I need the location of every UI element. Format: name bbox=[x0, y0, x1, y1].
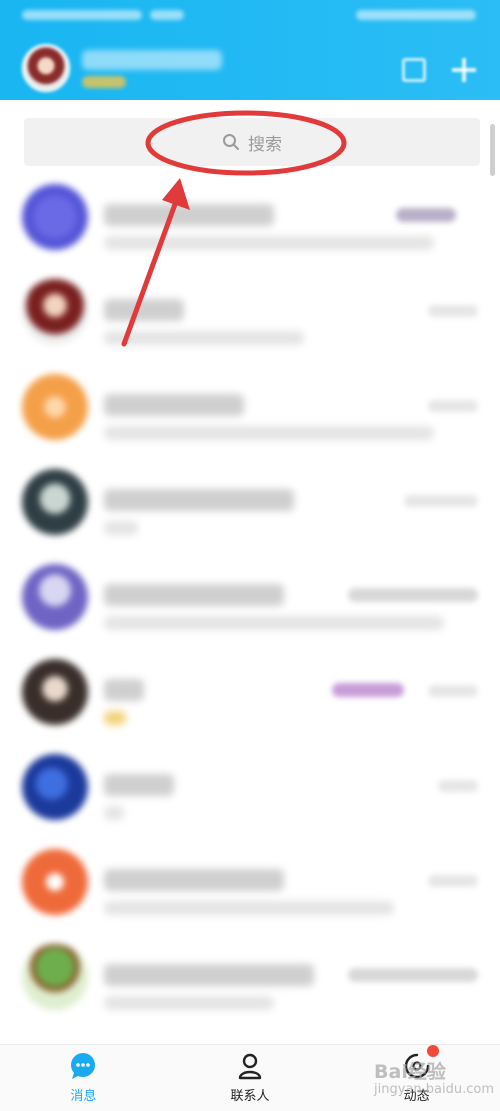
chat-avatar bbox=[22, 279, 88, 345]
chat-avatar bbox=[22, 659, 88, 725]
chat-preview-blurred bbox=[104, 996, 274, 1010]
chat-title-blurred bbox=[104, 964, 314, 986]
search-bar[interactable]: 搜索 bbox=[24, 118, 480, 166]
chat-time-blurred bbox=[438, 780, 478, 792]
profile-avatar[interactable] bbox=[22, 44, 70, 92]
chat-preview-blurred bbox=[104, 521, 138, 535]
notification-badge bbox=[426, 1045, 439, 1057]
chat-avatar bbox=[22, 564, 88, 630]
chat-sender-blurred bbox=[396, 208, 456, 222]
plus-icon[interactable] bbox=[452, 58, 476, 82]
chat-preview-blurred bbox=[104, 711, 126, 725]
chat-avatar bbox=[22, 374, 88, 440]
tab-label: 消息 bbox=[70, 1089, 97, 1104]
chat-list-item[interactable] bbox=[0, 645, 500, 740]
list-icon[interactable] bbox=[402, 58, 426, 82]
search-placeholder: 搜索 bbox=[248, 134, 282, 155]
bottom-nav: 消息 联系人 动态 Bai经验 jingyan.baidu.com bbox=[0, 1044, 500, 1111]
tab-label: 联系人 bbox=[230, 1089, 270, 1104]
chat-avatar bbox=[22, 469, 88, 535]
chat-time-blurred bbox=[428, 305, 478, 317]
chat-preview-blurred bbox=[104, 806, 124, 820]
watermark-text: Bai bbox=[374, 1061, 408, 1083]
chat-time-blurred bbox=[428, 685, 478, 697]
chat-list-item[interactable] bbox=[0, 170, 500, 265]
watermark-sub: jingyan.baidu.com bbox=[374, 1082, 494, 1097]
chat-list-item[interactable] bbox=[0, 360, 500, 455]
watermark: Bai经验 jingyan.baidu.com bbox=[374, 1057, 494, 1097]
chat-preview-blurred bbox=[104, 901, 394, 915]
status-network-blur bbox=[150, 10, 184, 20]
chat-list-item[interactable] bbox=[0, 265, 500, 360]
chat-list-item[interactable] bbox=[0, 550, 500, 645]
chat-list bbox=[0, 170, 500, 1044]
chat-title-blurred bbox=[104, 679, 144, 701]
profile-status-blurred bbox=[82, 76, 126, 88]
message-icon bbox=[71, 1053, 96, 1079]
watermark-suffix: 经验 bbox=[407, 1061, 446, 1083]
chat-title-blurred bbox=[104, 869, 284, 891]
screen: 搜索 消息 联系人 动态 Bai经验 jingyan.baidu.com bbox=[0, 0, 500, 1111]
chat-preview-blurred bbox=[104, 331, 304, 345]
chat-avatar bbox=[22, 754, 88, 820]
status-bar bbox=[0, 0, 500, 34]
chat-sender-blurred bbox=[348, 588, 478, 602]
chat-time-blurred bbox=[428, 400, 478, 412]
chat-sender-blurred bbox=[348, 968, 478, 982]
chat-title-blurred bbox=[104, 204, 274, 226]
chat-time-blurred bbox=[428, 875, 478, 887]
status-battery-blur bbox=[356, 10, 476, 20]
chat-avatar bbox=[22, 184, 88, 250]
chat-list-item[interactable] bbox=[0, 930, 500, 1025]
chat-title-blurred bbox=[104, 299, 184, 321]
chat-list-item[interactable] bbox=[0, 835, 500, 930]
chat-preview-blurred bbox=[104, 426, 434, 440]
tab-contacts[interactable]: 联系人 bbox=[167, 1045, 334, 1111]
chat-avatar bbox=[22, 849, 88, 915]
scrollbar[interactable] bbox=[490, 124, 495, 176]
chat-title-blurred bbox=[104, 394, 244, 416]
profile-name-blurred[interactable] bbox=[82, 50, 222, 70]
chat-time-blurred bbox=[404, 495, 478, 507]
chat-preview-blurred bbox=[104, 236, 434, 250]
chat-avatar bbox=[22, 944, 88, 1010]
chat-title-blurred bbox=[104, 774, 174, 796]
app-header bbox=[0, 0, 500, 100]
chat-list-item[interactable] bbox=[0, 455, 500, 550]
chat-emoji-blurred bbox=[332, 683, 404, 697]
search-icon bbox=[223, 134, 239, 150]
chat-title-blurred bbox=[104, 489, 294, 511]
chat-preview-blurred bbox=[104, 616, 444, 630]
chat-list-item[interactable] bbox=[0, 740, 500, 835]
contacts-icon bbox=[238, 1053, 262, 1080]
status-time-blur bbox=[22, 10, 142, 20]
chat-title-blurred bbox=[104, 584, 284, 606]
tab-messages[interactable]: 消息 bbox=[0, 1045, 167, 1111]
